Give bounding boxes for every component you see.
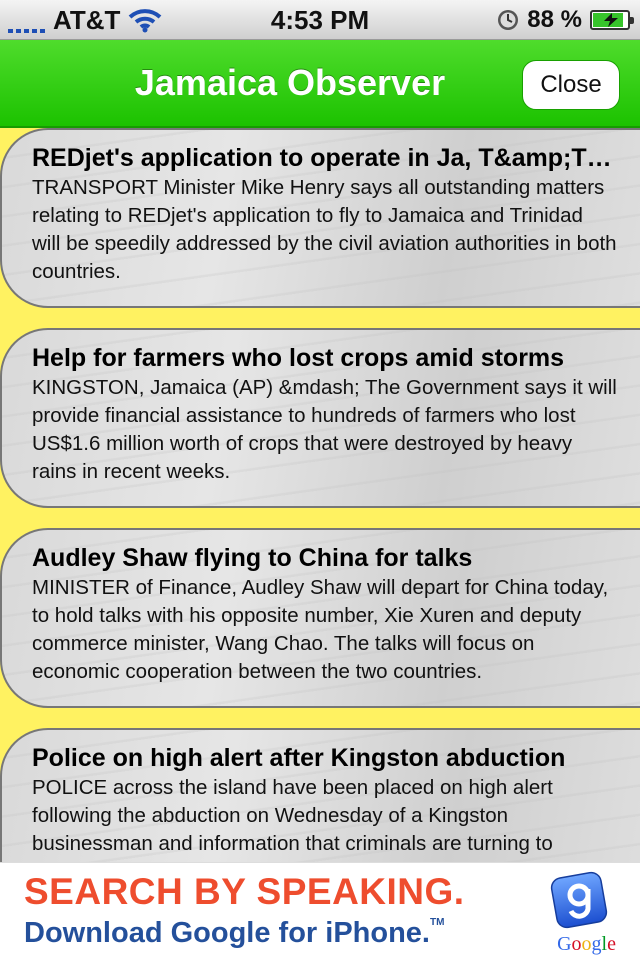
article-summary: MINISTER of Finance, Audley Shaw will de… <box>32 576 609 683</box>
page-title: Jamaica Observer <box>134 62 446 103</box>
article-summary: POLICE across the island have been place… <box>32 776 553 862</box>
article-list[interactable]: REDjet's application to operate in Ja, T… <box>0 128 640 862</box>
ad-subline: Download Google for iPhone.TM <box>24 917 445 949</box>
ad-headline: SEARCH BY SPEAKING. <box>24 871 465 912</box>
navigation-bar: Jamaica Observer Close <box>0 40 640 128</box>
article-card[interactable]: REDjet's application to operate in Ja, T… <box>0 128 640 308</box>
article-title: REDjet's application to operate in Ja, T… <box>32 144 612 172</box>
close-button[interactable]: Close <box>522 60 620 110</box>
article-title: Audley Shaw flying to China for talks <box>32 544 473 572</box>
google-search-icon <box>550 871 608 929</box>
article-summary: TRANSPORT Minister Mike Henry says all o… <box>32 176 617 283</box>
article-title: Help for farmers who lost crops amid sto… <box>32 344 565 372</box>
article-card[interactable]: Audley Shaw flying to China for talks MI… <box>0 528 640 708</box>
status-bar: AT&T 4:53 PM 88 % <box>0 0 640 40</box>
article-card[interactable]: Help for farmers who lost crops amid sto… <box>0 328 640 508</box>
battery-icon <box>590 10 634 30</box>
article-summary: KINGSTON, Jamaica (AP) &mdash; The Gover… <box>32 376 617 483</box>
article-card[interactable]: Police on high alert after Kingston abdu… <box>0 728 640 862</box>
article-title: Police on high alert after Kingston abdu… <box>32 744 566 772</box>
google-logo: Google <box>557 933 616 955</box>
clock-icon <box>498 10 519 30</box>
ad-banner[interactable]: SEARCH BY SPEAKING. Download Google for … <box>0 862 640 960</box>
battery-percent: 88 % <box>527 6 582 33</box>
